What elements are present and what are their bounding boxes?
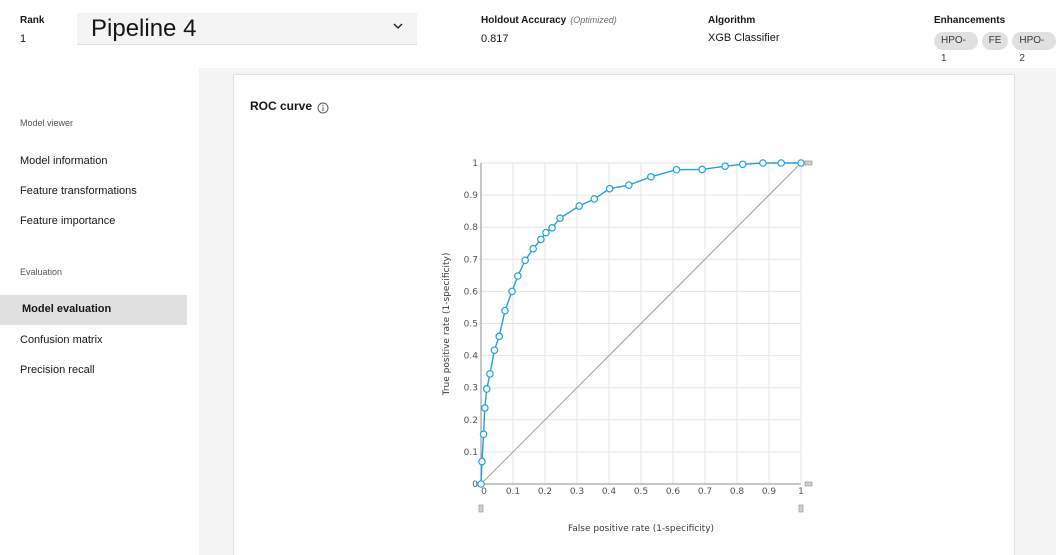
accuracy-label: Holdout Accuracy (Optimized) — [481, 15, 617, 26]
sidebar-item-confusion-matrix[interactable]: Confusion matrix — [20, 334, 103, 346]
y-zoom-handle[interactable] — [804, 160, 813, 166]
x-tick-label: 0.3 — [570, 487, 584, 497]
accuracy-note: (Optimized) — [570, 15, 617, 25]
sidebar-item-feature-importance[interactable]: Feature importance — [20, 215, 115, 227]
roc-point[interactable] — [548, 224, 556, 232]
roc-point[interactable] — [698, 165, 706, 174]
roc-point[interactable] — [479, 430, 488, 439]
x-tick-label: 0.2 — [538, 487, 552, 497]
algorithm-label: Algorithm — [708, 15, 756, 26]
roc-point[interactable] — [797, 159, 805, 167]
x-zoom-handle[interactable] — [478, 504, 484, 513]
y-tick-label: 0.5 — [464, 320, 478, 330]
accuracy-label-text: Holdout Accuracy — [481, 15, 567, 26]
enhancement-tags: HPO-1 FE HPO-2 — [934, 32, 1056, 64]
roc-point[interactable] — [478, 457, 486, 466]
roc-point[interactable] — [537, 235, 545, 244]
y-zoom-handle[interactable] — [804, 481, 813, 487]
roc-point[interactable] — [556, 214, 564, 223]
roc-point[interactable] — [508, 287, 516, 296]
roc-point[interactable] — [529, 244, 537, 253]
info-icon[interactable] — [317, 102, 329, 114]
sidebar-item-model-information[interactable]: Model information — [20, 155, 107, 167]
y-tick-label: 0.7 — [464, 255, 478, 265]
sidebar-item-model-evaluation[interactable]: Model evaluation — [0, 295, 187, 325]
y-tick-label: 0.2 — [464, 416, 478, 426]
x-tick-label: 0.8 — [730, 487, 745, 497]
roc-point[interactable] — [738, 160, 747, 169]
roc-point[interactable] — [482, 385, 491, 393]
roc-point[interactable] — [486, 370, 494, 378]
roc-point[interactable] — [477, 480, 485, 488]
y-tick-label: 0.1 — [464, 448, 478, 458]
roc-point[interactable] — [625, 181, 633, 189]
roc-chart: 0 0.1 0.2 0.3 0.4 0.5 0.6 0.7 0.8 0.9 1 0 0.1 0.2 0.3… — [442, 159, 813, 534]
card-title: ROC curve — [250, 99, 313, 113]
rank-value: 1 — [20, 33, 27, 45]
y-tick-label: 1 — [472, 159, 478, 169]
pipeline-name: Pipeline 4 — [91, 15, 197, 42]
enhancement-tag: HPO-2 — [1012, 32, 1056, 64]
roc-point[interactable] — [495, 332, 504, 341]
enhancement-tag: HPO-1 — [934, 32, 978, 64]
roc-point[interactable] — [647, 173, 655, 181]
pipeline-header: Rank 1 Pipeline 4 Holdout Accuracy (Optim… — [0, 0, 1056, 68]
x-tick-label: 0.5 — [634, 487, 648, 497]
roc-point[interactable] — [575, 202, 584, 210]
y-tick-label: 0.8 — [464, 223, 479, 233]
x-tick-label: 0.9 — [762, 487, 777, 497]
section-evaluation: Evaluation — [20, 267, 63, 277]
rank-label: Rank — [20, 15, 45, 26]
roc-point[interactable] — [542, 228, 550, 237]
x-zoom-handle[interactable] — [798, 504, 804, 513]
sidebar-item-precision-recall[interactable]: Precision recall — [20, 364, 95, 376]
pipeline-selector[interactable]: Pipeline 4 — [77, 13, 417, 45]
roc-point[interactable] — [721, 162, 729, 171]
roc-point[interactable] — [759, 159, 767, 167]
enhancement-tag: FE — [981, 32, 1009, 50]
roc-point[interactable] — [490, 346, 499, 354]
roc-point[interactable] — [521, 256, 529, 265]
y-tick-labels: 00.10.20.30.40.50.60.70.80.91 — [464, 159, 479, 490]
x-tick-label: 0.6 — [666, 487, 681, 497]
roc-point[interactable] — [777, 159, 785, 167]
roc-point[interactable] — [481, 404, 489, 412]
y-axis-label: True positive rate (1-specificity) — [442, 253, 452, 397]
y-tick-label: 0.4 — [464, 352, 479, 362]
algorithm-value: XGB Classifier — [708, 32, 780, 44]
x-tick-label: 0.1 — [506, 487, 520, 497]
enhancements-label: Enhancements — [934, 15, 1006, 26]
chevron-down-icon — [393, 23, 403, 29]
sidebar-item-feature-transformations[interactable]: Feature transformations — [20, 185, 137, 197]
y-tick-label: 0.9 — [464, 191, 479, 201]
section-model-viewer: Model viewer — [20, 118, 74, 128]
x-tick-label: 0 — [481, 487, 487, 497]
x-tick-label: 0.7 — [698, 487, 712, 497]
x-tick-label: 1 — [798, 487, 804, 497]
y-tick-label: 0.6 — [464, 287, 479, 297]
x-tick-labels: 0 0.1 0.2 0.3 0.4 0.5 0.6 0.7 0.8 0.9 1 — [481, 487, 804, 497]
roc-point[interactable] — [501, 306, 509, 315]
accuracy-value: 0.817 — [481, 33, 509, 45]
roc-point[interactable] — [605, 184, 614, 193]
roc-point[interactable] — [513, 272, 522, 280]
zoom-handles[interactable] — [478, 160, 813, 513]
y-tick-label: 0.3 — [464, 384, 478, 394]
sidebar-item-label: Model evaluation — [22, 303, 112, 315]
roc-point[interactable] — [590, 195, 599, 203]
x-axis-label: False positive rate (1-specificity) — [568, 524, 714, 534]
roc-point[interactable] — [672, 165, 681, 174]
sidebar: Model viewer Model information Feature t… — [0, 68, 199, 555]
x-tick-label: 0.4 — [602, 487, 617, 497]
